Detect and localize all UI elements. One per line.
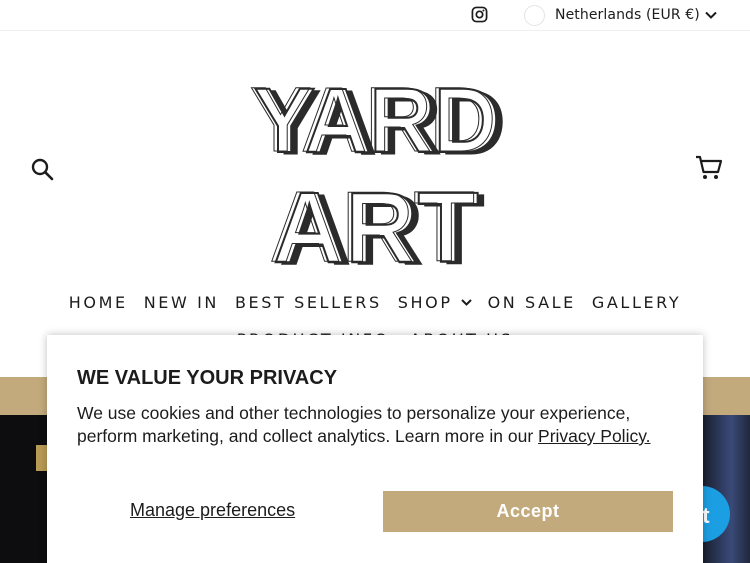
locale-selector[interactable]: Netherlands (EUR €) [524, 4, 717, 26]
chevron-down-icon [460, 299, 472, 306]
nav-item-best-sellers[interactable]: BEST SELLERS [235, 293, 382, 312]
cookie-dialog: WE VALUE YOUR PRIVACY We use cookies and… [47, 335, 703, 563]
nav-label: NEW IN [143, 293, 219, 312]
cookie-title: WE VALUE YOUR PRIVACY [77, 367, 338, 389]
accept-button[interactable]: Accept [383, 491, 673, 532]
logo[interactable]: YARD ART [236, 70, 518, 270]
manage-preferences-link[interactable]: Manage preferences [130, 500, 295, 521]
nav-label: GALLERY [591, 293, 682, 312]
privacy-policy-link[interactable]: Privacy Policy. [538, 426, 650, 446]
nav-item-on-sale[interactable]: ON SALE [488, 293, 576, 312]
nav-label: HOME [68, 293, 128, 312]
top-bar: Netherlands (EUR €) [0, 0, 750, 31]
locale-label: Netherlands (EUR €) [555, 7, 700, 23]
chevron-down-icon [705, 11, 717, 19]
nav-item-gallery[interactable]: GALLERY [592, 293, 681, 312]
nav-item-new-in[interactable]: NEW IN [144, 293, 219, 312]
nav-label: BEST SELLERS [234, 293, 382, 312]
flag-icon [524, 4, 545, 26]
cookie-text: We use cookies and other technologies to… [77, 402, 677, 448]
nav-label: ON SALE [487, 293, 576, 312]
nav-item-home[interactable]: HOME [69, 293, 128, 312]
instagram-icon[interactable] [471, 6, 488, 23]
main-nav: HOME NEW IN BEST SELLERS SHOP ON SALE GA… [0, 293, 750, 312]
nav-label: SHOP [397, 293, 453, 312]
nav-item-shop[interactable]: SHOP [398, 293, 472, 312]
search-icon[interactable] [30, 157, 54, 181]
cart-icon[interactable] [695, 155, 723, 181]
